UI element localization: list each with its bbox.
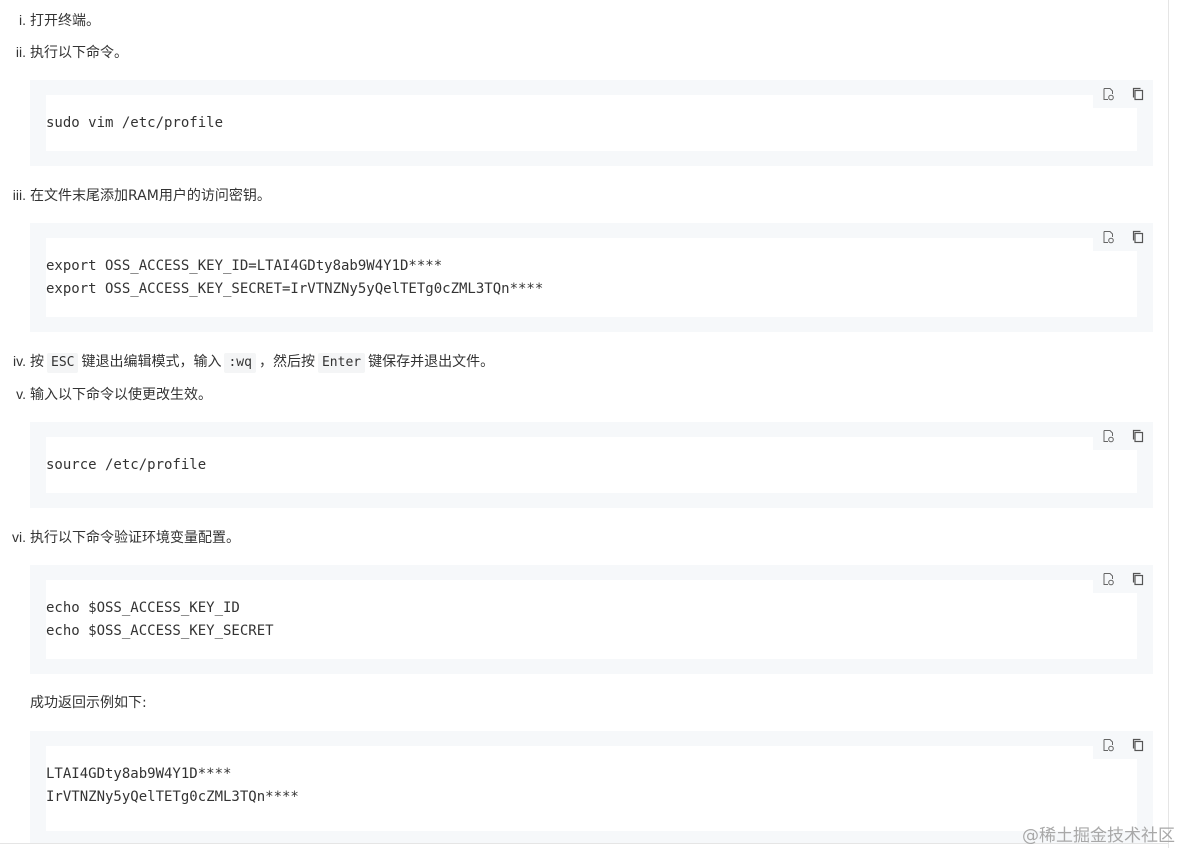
step-text: 打开终端。 [30, 13, 100, 29]
insert-code-button[interactable] [1093, 565, 1123, 593]
step-2: ii. 执行以下命令。 [0, 41, 1150, 63]
code-block: echo $OSS_ACCESS_KEY_ID echo $OSS_ACCESS… [30, 565, 1153, 674]
code-block: source /etc/profile [30, 422, 1153, 508]
step-number: iii. [12, 187, 26, 203]
step-number: i. [19, 12, 26, 28]
insert-code-icon [1103, 739, 1114, 752]
step-number: iv. [13, 353, 26, 369]
code-line[interactable]: IrVTNZNy5yQelTETg0cZML3TQn**** [46, 787, 299, 807]
page-bottom-border [0, 843, 1168, 844]
step-text: 执行以下命令。 [30, 45, 128, 61]
copy-button[interactable] [1123, 223, 1153, 251]
code-block-body [46, 238, 1137, 317]
insert-code-icon [1103, 88, 1114, 101]
copy-icon [1132, 572, 1144, 586]
step-text: 执行以下命令验证环境变量配置。 [30, 530, 240, 546]
code-toolbar [1093, 80, 1153, 108]
step-text-part: 键退出编辑模式，输入 [81, 354, 222, 370]
code-line[interactable]: source /etc/profile [46, 455, 206, 475]
copy-icon [1132, 429, 1144, 443]
copy-button[interactable] [1123, 731, 1153, 759]
copy-button[interactable] [1123, 565, 1153, 593]
code-line[interactable]: echo $OSS_ACCESS_KEY_SECRET [46, 621, 274, 641]
result-intro: 成功返回示例如下: [30, 695, 147, 711]
copy-button[interactable] [1123, 422, 1153, 450]
code-line[interactable]: export OSS_ACCESS_KEY_SECRET=IrVTNZNy5yQ… [46, 279, 543, 299]
code-toolbar [1093, 731, 1153, 759]
copy-button[interactable] [1123, 80, 1153, 108]
code-block-body [46, 437, 1137, 493]
insert-code-icon [1103, 231, 1114, 244]
code-line[interactable]: export OSS_ACCESS_KEY_ID=LTAI4GDty8ab9W4… [46, 256, 442, 276]
copy-icon [1132, 87, 1144, 101]
step-4: iv. 按 ESC 键退出编辑模式，输入:wq ，然后按 Enter 键保存并退出文件。 [0, 350, 1150, 373]
code-block: export OSS_ACCESS_KEY_ID=LTAI4GDty8ab9W4… [30, 223, 1153, 332]
copy-icon [1132, 230, 1144, 244]
insert-code-button[interactable] [1093, 731, 1123, 759]
insert-code-button[interactable] [1093, 422, 1123, 450]
step-number: vi. [12, 529, 26, 545]
step-6: vi. 执行以下命令验证环境变量配置。 [0, 526, 1150, 548]
step-number: v. [16, 386, 26, 402]
inline-code-enter: Enter [317, 353, 366, 373]
step-number: ii. [15, 44, 26, 60]
insert-code-button[interactable] [1093, 223, 1123, 251]
insert-code-icon [1103, 573, 1114, 586]
step-text: 按 ESC 键退出编辑模式，输入:wq ，然后按 Enter 键保存并退出文件。 [30, 351, 494, 373]
code-line[interactable]: LTAI4GDty8ab9W4Y1D**** [46, 764, 231, 784]
page-right-border [1168, 0, 1169, 848]
code-toolbar [1093, 223, 1153, 251]
step-text: 在文件末尾添加RAM用户的访问密钥。 [30, 188, 271, 204]
copy-icon [1132, 738, 1144, 752]
step-3: iii. 在文件末尾添加RAM用户的访问密钥。 [0, 184, 1150, 206]
code-block: LTAI4GDty8ab9W4Y1D**** IrVTNZNy5yQelTETg… [30, 731, 1153, 843]
code-toolbar [1093, 422, 1153, 450]
code-line[interactable]: sudo vim /etc/profile [46, 113, 223, 133]
step-5: v. 输入以下命令以使更改生效。 [0, 383, 1150, 405]
code-toolbar [1093, 565, 1153, 593]
insert-code-button[interactable] [1093, 80, 1123, 108]
step-text-part: 按 [30, 354, 44, 370]
step-1: i. 打开终端。 [0, 9, 1150, 31]
code-block: sudo vim /etc/profile [30, 80, 1153, 166]
step-text: 输入以下命令以使更改生效。 [30, 387, 212, 403]
step-text-part: 键保存并退出文件。 [368, 354, 495, 370]
inline-code-esc: ESC [47, 353, 79, 373]
code-line[interactable]: echo $OSS_ACCESS_KEY_ID [46, 598, 240, 618]
step-text-part: ，然后按 [258, 354, 315, 370]
watermark: @稀土掘金技术社区 [1022, 826, 1175, 846]
inline-code-wq: :wq [224, 353, 256, 373]
insert-code-icon [1103, 430, 1114, 443]
code-block-body [46, 580, 1137, 659]
